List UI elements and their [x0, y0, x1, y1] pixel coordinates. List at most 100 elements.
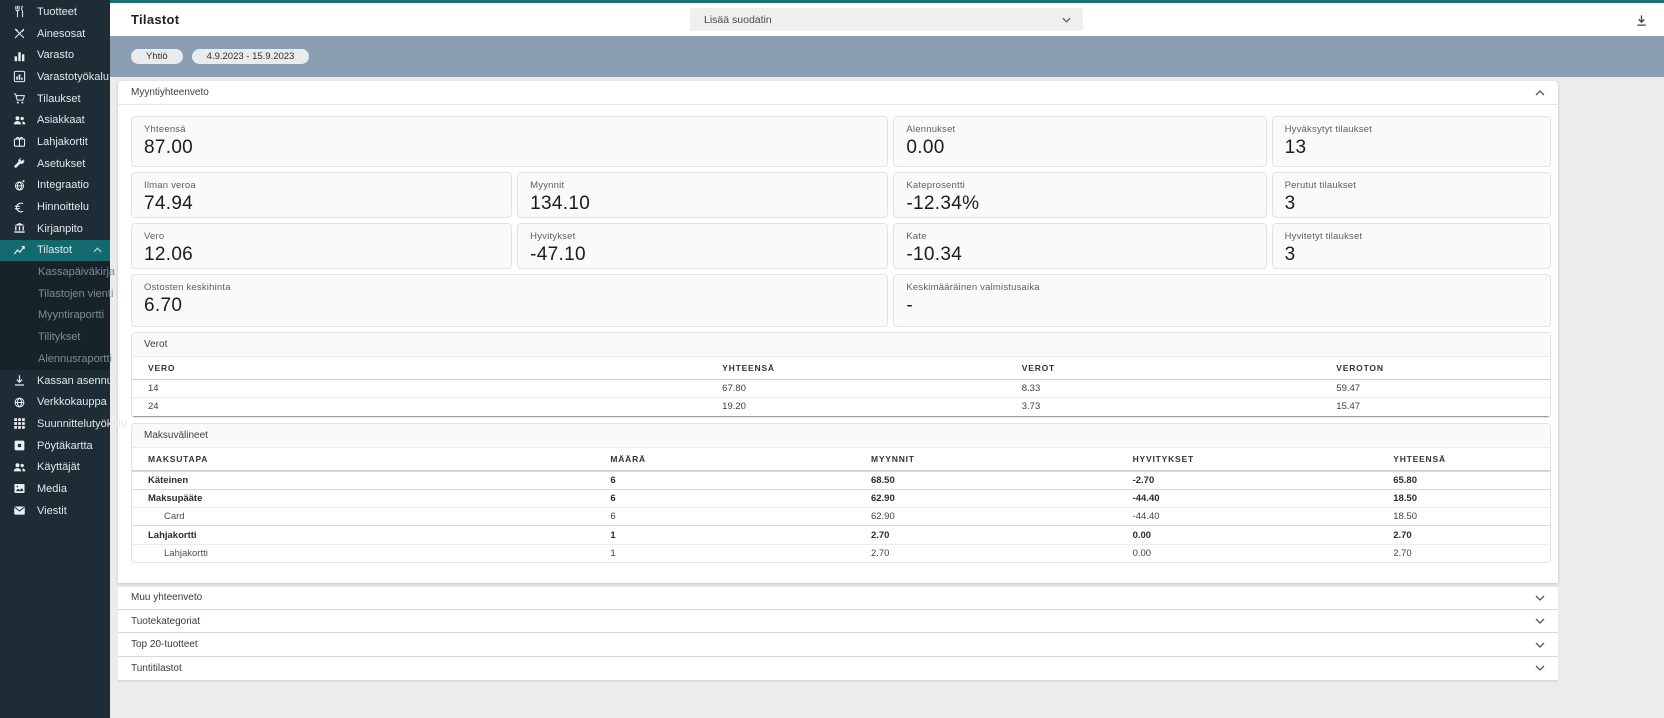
sidebar-item-hinnoittelu[interactable]: Hinnoittelu: [0, 196, 110, 218]
image-icon: [12, 482, 26, 495]
taxes-table: Verot VERO YHTEENSÄ VEROT VEROTON 14 67.…: [131, 332, 1551, 418]
integration-globe-icon: [12, 179, 26, 192]
sidebar-item-asetukset[interactable]: Asetukset: [0, 153, 110, 175]
utensils-icon: [12, 5, 26, 18]
sidebar-item-suunnittelutyokalu[interactable]: Suunnittelutyökalu: [0, 413, 127, 435]
table-row: Lahjakortti 1 2.70 0.00 2.70: [132, 543, 1550, 562]
sidebar-subitem-kassapaivakirja[interactable]: Kassapäiväkirja: [0, 261, 115, 283]
sidebar-submenu: Kassapäiväkirja Tilastojen vienti Myynti…: [0, 261, 115, 370]
accordion-header-tuntitilastot[interactable]: Tuntitilastot: [118, 657, 1558, 681]
sidebar-item-kassan-asennus[interactable]: Kassan asennus: [0, 370, 118, 392]
chevron-down-icon: [1535, 665, 1545, 672]
stat-label: Hyvitykset: [530, 231, 576, 242]
sidebar-item-varasto[interactable]: Varasto: [0, 44, 110, 66]
sidebar-subitem-myyntiraportti[interactable]: Myyntiraportti: [0, 305, 110, 327]
sidebar-subitem-alennusraportti[interactable]: Alennusraportti: [0, 348, 112, 370]
stat-label: Hyväksytyt tilaukset: [1284, 124, 1373, 135]
sidebar-item-varastotyokalu[interactable]: Varastotyökalu: [0, 66, 110, 88]
cell: 68.50: [870, 474, 895, 486]
sidebar-item-media[interactable]: Media: [0, 478, 110, 500]
stat-label: Kateprosentti: [906, 180, 965, 191]
sidebar-item-kayttajat[interactable]: Käyttäjät: [0, 456, 110, 478]
gift-card-icon: [12, 135, 26, 148]
collapsed-accordions: Muu yhteenveto Tuotekategoriat Top 20-tu…: [118, 586, 1558, 681]
crossed-utensils-icon: [12, 27, 26, 40]
column-header: YHTEENSÄ: [1393, 453, 1446, 464]
filter-chip-daterange[interactable]: 4.9.2023 - 15.9.2023: [191, 49, 310, 64]
active-filters-bar: Yhtiö 4.9.2023 - 15.9.2023: [110, 36, 1664, 77]
sidebar-item-viestit[interactable]: Viestit: [0, 500, 110, 522]
accordion-header-muu-yhteenveto[interactable]: Muu yhteenveto: [118, 586, 1558, 610]
stat-card-yhteensa: Yhteensä 87.00: [131, 116, 889, 167]
cell: Card: [164, 511, 185, 523]
sidebar: Tuotteet Ainesosat Varasto Varastotyökal…: [0, 0, 127, 718]
summary-body: Yhteensä 87.00 Alennukset 0.00 Hyväksyty…: [118, 105, 1558, 583]
sidebar-item-ainesosat[interactable]: Ainesosat: [0, 23, 110, 45]
stat-card-kate: Kate -10.34: [893, 223, 1267, 269]
stat-label: Ostosten keskihinta: [144, 282, 231, 293]
filter-chip-yhtio[interactable]: Yhtiö: [131, 49, 183, 64]
column-header: VEROTON: [1336, 363, 1384, 373]
sidebar-item-label: Käyttäjät: [37, 461, 80, 474]
stat-value: 3: [1284, 244, 1296, 265]
cell: 62.90: [870, 493, 895, 505]
table-row: Maksupääte 6 62.90 -44.40 18.50: [132, 488, 1550, 507]
payment-methods-header-row: MAKSUTAPA MÄÄRÄ MYYNNIT HYVITYKSET YHTEE…: [132, 448, 1550, 471]
download-report-button[interactable]: [1631, 10, 1651, 30]
sidebar-item-tuotteet[interactable]: Tuotteet: [0, 1, 110, 23]
cell: 2.70: [1393, 529, 1412, 541]
cell: Lahjakortti: [148, 529, 197, 541]
sidebar-subitem-tilitykset[interactable]: Tilitykset: [0, 326, 110, 348]
line-chart-icon: [12, 244, 26, 257]
sidebar-item-label: Kirjanpito: [37, 222, 83, 235]
sidebar-item-asiakkaat[interactable]: Asiakkaat: [0, 109, 110, 131]
column-header: VERO: [148, 363, 176, 373]
stat-card-vero: Vero 12.06: [131, 223, 513, 269]
table-row: 24 19.20 3.73 15.47: [132, 398, 1550, 417]
sidebar-item-verkkokauppa[interactable]: Verkkokauppa: [0, 391, 110, 413]
sidebar-item-label: Tilastot: [37, 244, 73, 257]
accordion-header-myyntiyhteenveto[interactable]: Myyntiyhteenveto: [118, 81, 1558, 105]
sidebar-item-poytakartta[interactable]: Pöytäkartta: [0, 435, 110, 457]
stat-label: Alennukset: [906, 124, 956, 135]
add-filter-select[interactable]: Lisää suodatin: [690, 8, 1083, 31]
globe-icon: [12, 396, 26, 409]
accordion-header-tuotekategoriat[interactable]: Tuotekategoriat: [118, 609, 1558, 634]
sidebar-item-integraatio[interactable]: Integraatio: [0, 175, 110, 197]
sidebar-item-lahjakortit[interactable]: Lahjakortit: [0, 131, 110, 153]
table-row: Card 6 62.90 -44.40 18.50: [132, 507, 1550, 525]
accordion-label: Tuotekategoriat: [131, 615, 201, 627]
table-map-icon: [12, 439, 26, 452]
table-row: Lahjakortti 1 2.70 0.00 2.70: [132, 525, 1550, 543]
stat-card-keskimaarainen-valmistusaika: Keskimääräinen valmistusaika -: [893, 274, 1551, 327]
chevron-down-icon: [1535, 618, 1545, 625]
cell: 8.33: [1021, 383, 1041, 395]
sidebar-item-tilaukset[interactable]: Tilaukset: [0, 88, 110, 110]
cell: 2.70: [870, 529, 890, 541]
sidebar-item-label: Lahjakortit: [37, 135, 88, 148]
sidebar-item-kirjanpito[interactable]: Kirjanpito: [0, 218, 110, 240]
sidebar-item-label: Tilaukset: [37, 92, 81, 105]
column-header: MYYNNIT: [870, 453, 915, 464]
envelope-icon: [12, 504, 26, 517]
accordion-header-top-20-tuotteet[interactable]: Top 20-tuotteet: [118, 633, 1558, 658]
stat-value: -10.34: [906, 244, 963, 265]
grid-icon: [12, 417, 26, 430]
bank-icon: [12, 222, 26, 235]
cell: Käteinen: [148, 474, 189, 486]
cell: 15.47: [1336, 401, 1361, 413]
content-area: Tilastot Lisää suodatin Yhtiö 4.9.2023 -…: [110, 0, 1664, 718]
chevron-down-icon: [1535, 595, 1545, 601]
cell: 1: [610, 529, 616, 541]
cell: 65.80: [1393, 474, 1417, 486]
sidebar-subitem-tilastojen-vienti[interactable]: Tilastojen vienti: [0, 283, 113, 305]
cart-icon: [12, 92, 26, 105]
stat-label: Vero: [144, 231, 165, 242]
sidebar-item-label: Media: [37, 482, 67, 495]
cell: -44.40: [1132, 493, 1160, 505]
column-header: HYVITYKSET: [1132, 453, 1194, 464]
cell: -2.70: [1132, 474, 1155, 486]
stat-value: -12.34%: [906, 193, 980, 214]
stat-card-ostosten-keskihinta: Ostosten keskihinta 6.70: [131, 274, 889, 327]
sidebar-item-tilastot[interactable]: Tilastot: [0, 239, 110, 262]
